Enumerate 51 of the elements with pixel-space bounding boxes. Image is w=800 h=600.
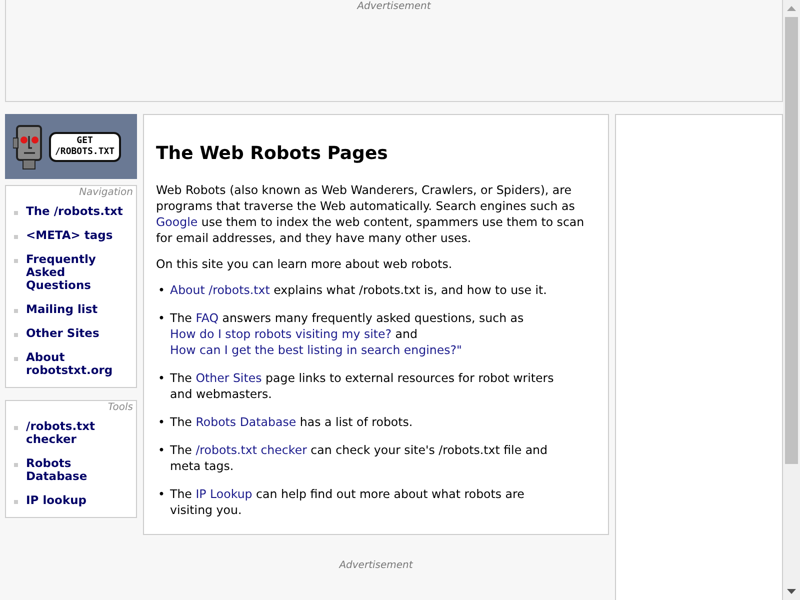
text-link[interactable]: How can I get the best listing in search engines?" <box>170 343 462 357</box>
bullet-icon <box>14 235 18 239</box>
text-link[interactable]: /robots.txt checker <box>196 443 307 457</box>
bullet: • <box>158 310 165 327</box>
bullet-icon <box>14 426 18 430</box>
bullet-icon <box>14 211 18 215</box>
sidebar-link[interactable]: <META> tags <box>26 229 130 242</box>
ad-label: Advertisement <box>339 559 413 572</box>
sidebar-link[interactable]: Robots Database <box>26 457 130 483</box>
paragraph: On this site you can learn more about web robots. <box>156 256 454 272</box>
list-item: The Other Sites page links to external resources for robot writers and webmasters. <box>170 370 555 402</box>
list-item: About /robots.txt explains what /robots.txt is, and how to use it. <box>170 282 548 298</box>
text-link[interactable]: How do I stop robots visiting my site? <box>170 327 392 341</box>
list-item: The /robots.txt checker can check your site's /robots.txt file and meta tags. <box>170 442 549 474</box>
text-link[interactable]: Google <box>156 215 198 229</box>
text-link[interactable]: Other Sites <box>196 371 262 385</box>
text-link[interactable]: FAQ <box>196 311 219 325</box>
ad-label: Advertisement <box>357 0 431 13</box>
text-link[interactable]: About /robots.txt <box>170 283 270 297</box>
bullet: • <box>158 370 165 387</box>
bullet-icon <box>14 259 18 263</box>
text-link[interactable]: Robots Database <box>196 415 296 429</box>
sidebar-link[interactable]: IP lookup <box>26 494 130 507</box>
sidebar-link[interactable]: Mailing list <box>26 303 130 316</box>
bullet-icon <box>14 333 18 337</box>
scrollbar[interactable] <box>783 0 800 600</box>
panel-title: Navigation <box>78 186 134 199</box>
list-item: The FAQ answers many frequently asked questions, such as How do I stop robots visiting my site? and How can I get the best listing in search engines?" <box>170 310 525 358</box>
page-heading: The Web Robots Pages <box>156 143 389 165</box>
sidebar-link[interactable]: The /robots.txt <box>26 205 130 218</box>
bullet-icon <box>14 500 18 504</box>
text-link[interactable]: IP Lookup <box>196 487 252 501</box>
sidebar-link[interactable]: Other Sites <box>26 327 130 340</box>
sidebar-link[interactable]: Frequently Asked Questions <box>26 253 130 292</box>
list-item: The Robots Database has a list of robots. <box>170 414 414 430</box>
scrollbar-thumb[interactable] <box>785 17 798 464</box>
logo-banner[interactable]: GET /ROBOTS.TXT <box>5 114 137 179</box>
logo-text: GET <box>76 136 94 146</box>
bullet: • <box>158 442 165 459</box>
bullet: • <box>158 486 165 503</box>
sidebar-link[interactable]: /robots.txt checker <box>26 420 130 446</box>
bullet-icon <box>14 463 18 467</box>
bullet-icon <box>14 309 18 313</box>
panel-title: Tools <box>106 401 134 414</box>
logo-text: /ROBOTS.TXT <box>55 146 115 158</box>
bullet: • <box>158 414 165 430</box>
paragraph: Web Robots (also known as Web Wanderers, Crawlers, or Spiders), are programs that traverse the Web automatically. Search engines such as Google use them to index the web content, spammers use them to scan for email addresses, and they have many other uses. <box>156 182 586 246</box>
list-item: The IP Lookup can help find out more about what robots are visiting you. <box>170 486 526 518</box>
sidebar-link[interactable]: About robotstxt.org <box>26 351 130 377</box>
bullet: • <box>158 282 165 298</box>
bullet-icon <box>14 357 18 361</box>
